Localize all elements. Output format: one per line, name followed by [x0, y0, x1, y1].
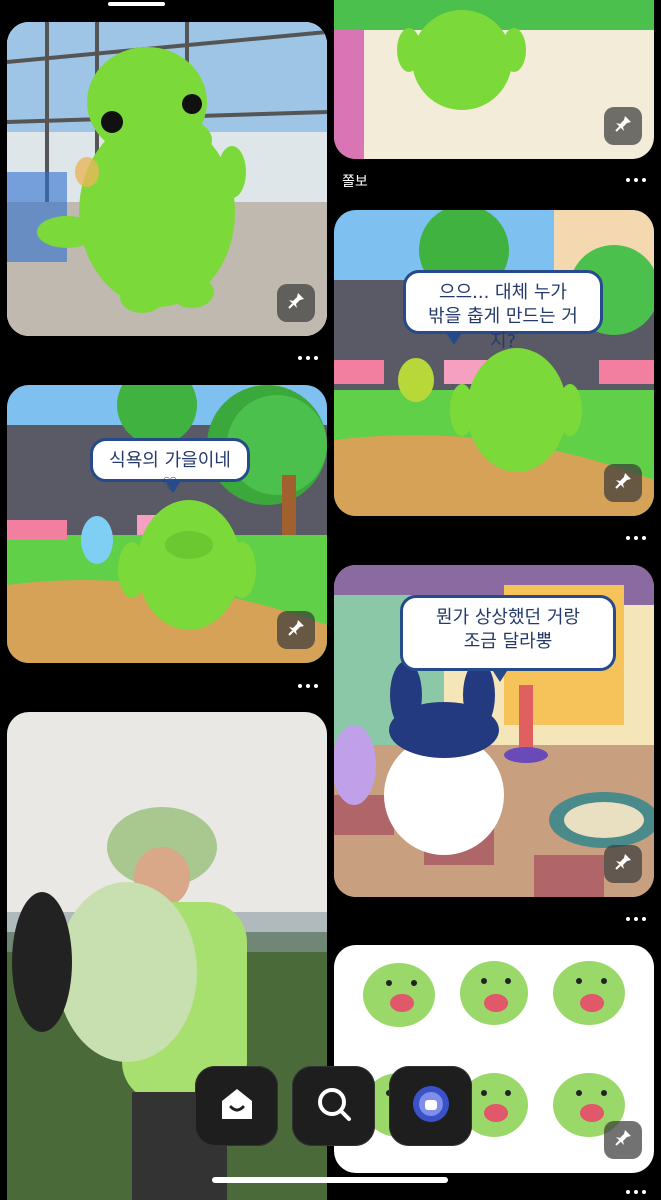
more-button[interactable] [626, 178, 646, 182]
more-button[interactable] [626, 1190, 646, 1194]
pin-room-scene[interactable]: 뭔가 상상했던 거랑 조금 달라뿡 [334, 565, 654, 897]
pin-icon [613, 471, 633, 495]
pin-icon [286, 291, 306, 315]
pin-icon [613, 114, 633, 138]
bubble-text-line2: 밖을 춥게 만드는 거지? [428, 306, 578, 352]
pin-partial-top[interactable] [334, 0, 654, 159]
pin-icon [613, 1128, 633, 1152]
bottom-navigation [195, 1066, 472, 1146]
more-button[interactable] [298, 684, 318, 688]
pin-button[interactable] [277, 284, 315, 322]
profile-avatar [411, 1084, 451, 1128]
top-indicator [108, 2, 165, 6]
nav-profile-button[interactable] [389, 1066, 472, 1146]
pin-caption: 쫄보 [342, 174, 368, 190]
pin-button[interactable] [604, 1121, 642, 1159]
pin-icon [613, 852, 633, 876]
more-button[interactable] [626, 917, 646, 921]
pin-button[interactable] [604, 464, 642, 502]
home-indicator [212, 1177, 448, 1183]
speech-bubble: 뭔가 상상했던 거랑 조금 달라뿡 [400, 595, 616, 682]
bubble-text-line2: 조금 달라뿡 [463, 631, 553, 653]
home-icon [218, 1085, 256, 1127]
speech-bubble: 식욕의 가을이네♡ [90, 438, 250, 495]
speech-bubble: 으으... 대체 누가 밖을 춥게 만드는 거지? [403, 270, 603, 352]
nav-search-button[interactable] [292, 1066, 375, 1146]
bubble-text-line1: 으으... 대체 누가 [439, 282, 567, 303]
pin-button[interactable] [277, 611, 315, 649]
pin-button[interactable] [604, 107, 642, 145]
bubble-text-line1: 뭔가 상상했던 거랑 [436, 607, 580, 628]
pin-mascot-costume[interactable] [7, 22, 327, 336]
pin-icon [286, 618, 306, 642]
more-button[interactable] [298, 356, 318, 360]
search-icon [315, 1085, 353, 1127]
more-button[interactable] [626, 536, 646, 540]
pin-button[interactable] [604, 845, 642, 883]
nav-home-button[interactable] [195, 1066, 278, 1146]
pin-garden-left[interactable]: 식욕의 가을이네♡ [7, 385, 327, 663]
pin-garden-right[interactable]: 으으... 대체 누가 밖을 춥게 만드는 거지? [334, 210, 654, 516]
